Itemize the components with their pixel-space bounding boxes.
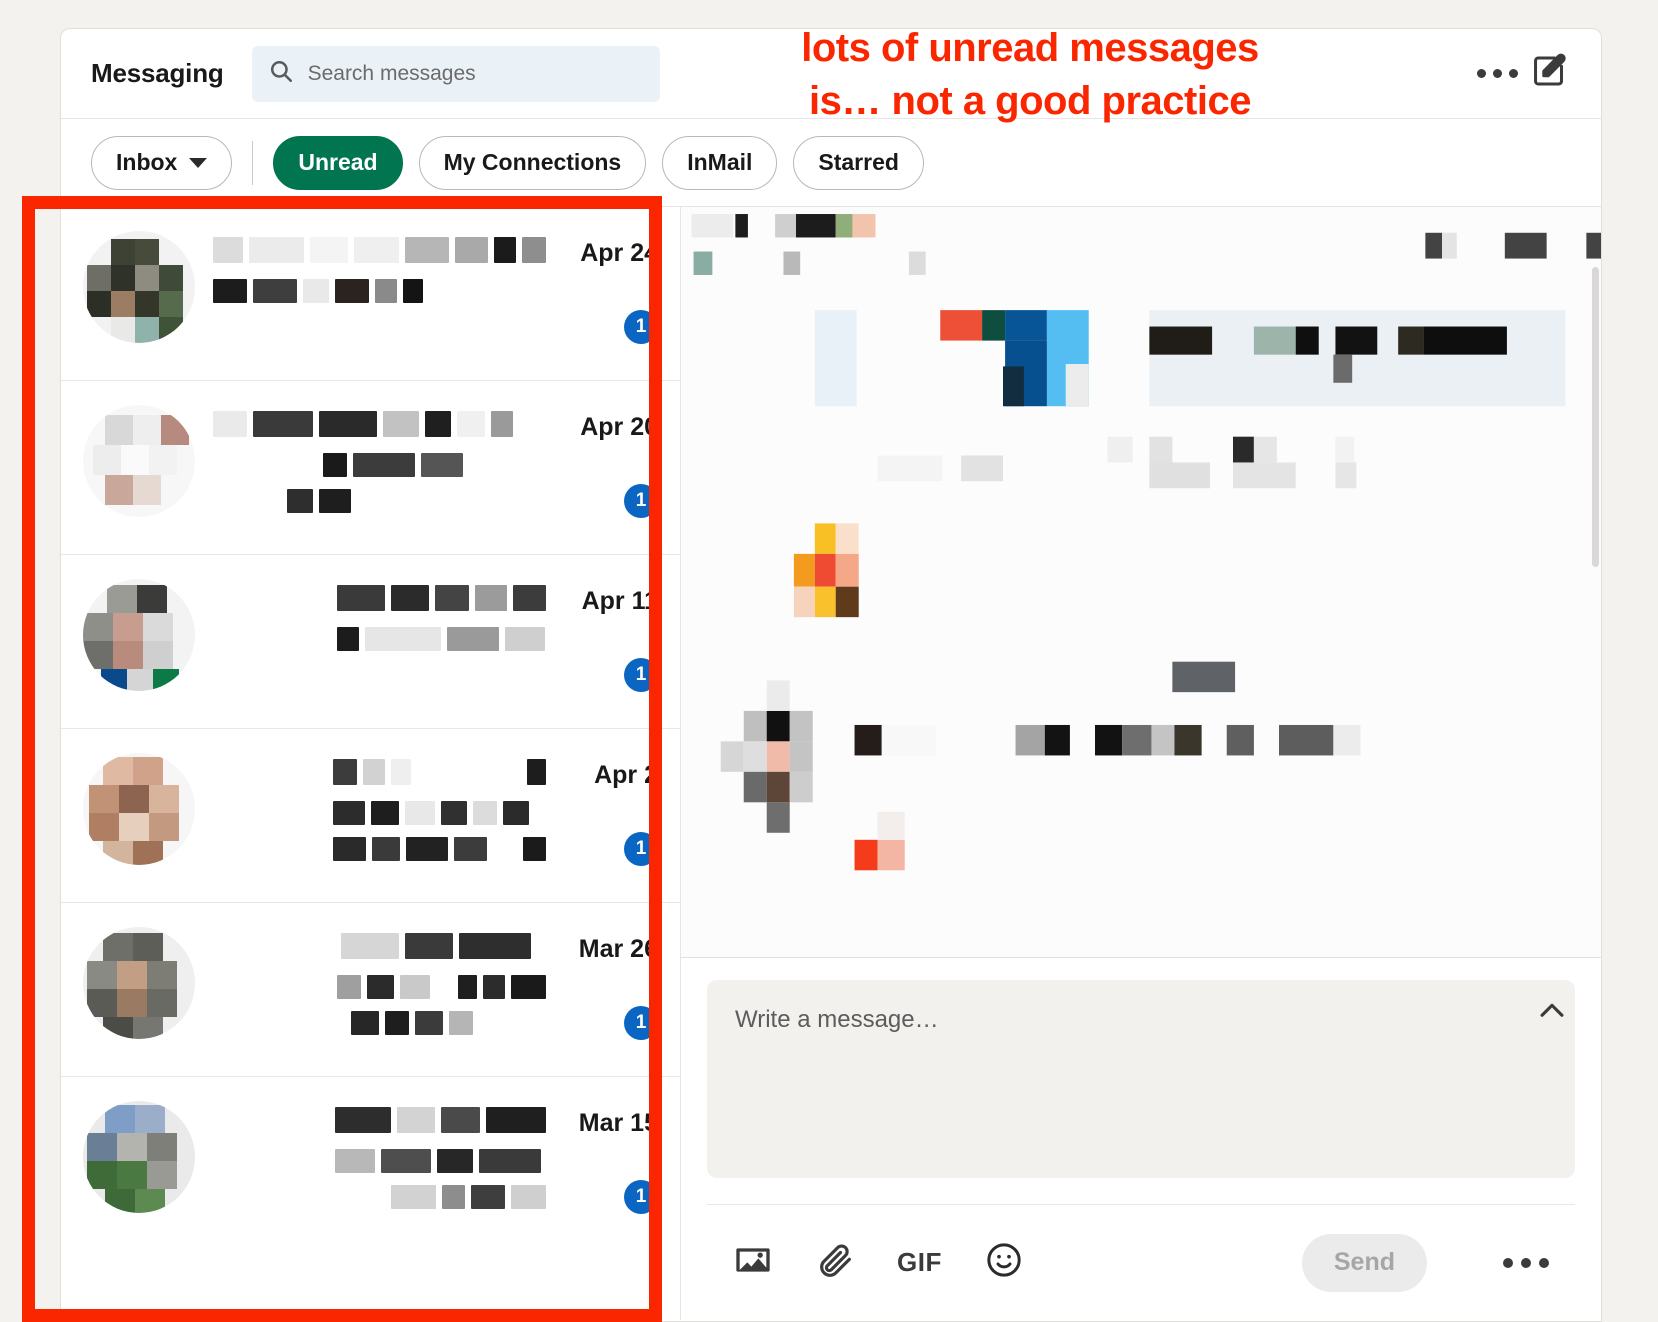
chevron-down-icon — [189, 157, 208, 168]
conversation-preview — [213, 231, 546, 380]
filter-pill-label: InMail — [687, 149, 753, 175]
filter-pill-row: Inbox Unread My Connections InMail Starr… — [61, 119, 1601, 207]
image-icon — [733, 1240, 773, 1285]
avatar — [83, 231, 195, 343]
filter-pill-my-connections[interactable]: My Connections — [418, 135, 647, 190]
unread-badge: 1 — [624, 658, 658, 692]
unread-badge: 1 — [624, 484, 658, 518]
composer-overflow-button[interactable] — [1503, 1257, 1549, 1268]
conversation-meta: Apr 24 1 — [546, 231, 658, 380]
attach-image-button[interactable] — [733, 1240, 773, 1285]
attach-gif-button[interactable]: GIF — [897, 1247, 942, 1278]
avatar — [83, 753, 195, 865]
conversation-date: Mar 26 — [578, 935, 658, 963]
avatar — [83, 1101, 195, 1213]
messaging-card: Messaging Search messages Inbox Unread M… — [60, 28, 1602, 1322]
message-thread-scroll[interactable] — [681, 207, 1601, 958]
conversation-list-item[interactable]: Apr 11 1 — [61, 555, 680, 729]
conversation-name-redacted — [213, 237, 546, 263]
messaging-body: Apr 24 1 Apr 20 1 Apr 11 1 Apr 2 1 Mar 2… — [61, 207, 1601, 1320]
conversation-list-item[interactable]: Apr 24 1 — [61, 207, 680, 381]
conversation-date: Apr 2 — [594, 761, 658, 789]
message-input[interactable]: Write a message… — [707, 980, 1575, 1178]
attachment-icon — [815, 1240, 855, 1285]
conversation-snippet-redacted — [213, 279, 546, 303]
search-input[interactable] — [305, 60, 644, 87]
messaging-header: Messaging — [61, 29, 1601, 119]
avatar-redacted — [83, 231, 195, 343]
unread-badge: 1 — [624, 1180, 658, 1214]
screenshot-root: Messaging Search messages Inbox Unread M… — [0, 0, 1658, 1322]
conversation-meta: Mar 26 1 — [546, 927, 658, 1076]
conversation-snippet-redacted — [213, 975, 546, 999]
conversation-name-redacted — [213, 759, 546, 785]
header-overflow-button[interactable] — [1471, 48, 1523, 100]
unread-badge: 1 — [624, 1006, 658, 1040]
conversation-snippet-redacted-2 — [213, 1011, 546, 1035]
filter-pill-label: My Connections — [443, 149, 622, 175]
conversation-name-redacted — [213, 411, 546, 437]
inbox-dropdown[interactable]: Inbox — [91, 135, 233, 190]
conversation-list[interactable]: Apr 24 1 Apr 20 1 Apr 11 1 Apr 2 1 Mar 2… — [61, 207, 681, 1320]
avatar — [83, 579, 195, 691]
compose-message-button[interactable] — [1523, 48, 1575, 100]
conversation-snippet-redacted — [213, 627, 546, 651]
conversation-preview — [213, 579, 547, 728]
conversation-meta: Apr 11 1 — [546, 579, 658, 728]
conversation-name-redacted — [213, 933, 546, 959]
message-thread-pane: Write a message… GIF Send — [681, 207, 1601, 1320]
filter-pill-label: Unread — [298, 149, 378, 175]
page-title: Messaging — [91, 58, 224, 88]
conversation-snippet-redacted — [213, 1149, 546, 1173]
attach-file-button[interactable] — [815, 1240, 855, 1285]
conversation-snippet-redacted-2 — [213, 1185, 547, 1209]
conversation-meta: Apr 20 1 — [546, 405, 658, 554]
conversation-meta: Apr 2 1 — [546, 753, 658, 902]
send-button[interactable]: Send — [1301, 1233, 1427, 1292]
conversation-date: Mar 15 — [578, 1109, 658, 1137]
filter-pill-unread[interactable]: Unread — [273, 135, 403, 190]
conversation-list-item[interactable]: Apr 2 1 — [61, 729, 680, 903]
inbox-dropdown-label: Inbox — [116, 149, 178, 175]
conversation-snippet-redacted-2 — [213, 837, 546, 861]
conversation-snippet-redacted-2 — [213, 489, 546, 513]
conversation-snippet-redacted — [213, 801, 546, 825]
emoji-picker-button[interactable] — [984, 1240, 1024, 1285]
conversation-name-redacted — [213, 585, 547, 611]
thread-content-redacted — [681, 207, 1601, 957]
conversation-preview — [213, 927, 546, 1076]
conversation-preview — [213, 753, 546, 902]
filter-pill-label: Starred — [818, 149, 899, 175]
conversation-meta: Mar 15 1 — [546, 1101, 658, 1251]
thread-scrollbar[interactable] — [1592, 267, 1599, 567]
more-horizontal-icon — [1476, 69, 1518, 78]
unread-badge: 1 — [624, 310, 658, 344]
conversation-name-redacted — [213, 1107, 546, 1133]
composer-toolbar: GIF Send — [707, 1204, 1575, 1320]
conversation-date: Apr 24 — [580, 239, 658, 267]
filter-pill-inmail[interactable]: InMail — [662, 135, 778, 190]
conversation-snippet-redacted — [213, 453, 546, 477]
conversation-preview — [213, 1101, 547, 1251]
conversation-preview — [213, 405, 546, 554]
conversation-list-item[interactable]: Apr 20 1 — [61, 381, 680, 555]
gif-icon: GIF — [897, 1247, 942, 1277]
conversation-list-item[interactable]: Mar 15 1 — [61, 1077, 680, 1251]
conversation-list-item[interactable]: Mar 26 1 — [61, 903, 680, 1077]
search-input-wrapper[interactable] — [251, 45, 660, 102]
emoji-icon — [984, 1240, 1024, 1285]
chevron-up-icon — [1535, 994, 1569, 1033]
unread-badge: 1 — [624, 832, 658, 866]
search-icon — [268, 58, 294, 89]
avatar — [83, 927, 195, 1039]
conversation-date: Apr 20 — [580, 413, 658, 441]
conversation-date: Apr 11 — [581, 587, 658, 615]
avatar — [83, 405, 195, 517]
collapse-composer-button[interactable] — [1531, 992, 1573, 1034]
filter-pill-starred[interactable]: Starred — [793, 135, 924, 190]
composer-area: Write a message… GIF Send — [681, 958, 1601, 1320]
pill-divider — [252, 140, 254, 185]
compose-icon — [1530, 52, 1568, 95]
